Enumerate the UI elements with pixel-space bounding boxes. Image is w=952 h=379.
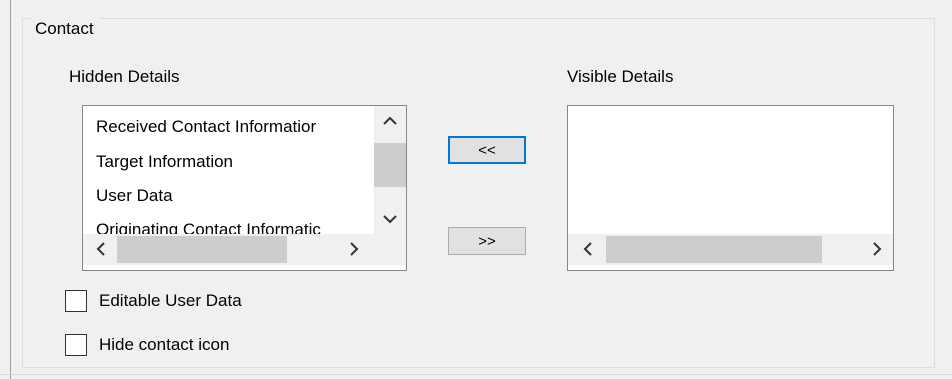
move-to-visible-button[interactable]: >> [448,227,526,255]
editable-user-data-label: Editable User Data [99,291,242,310]
hide-contact-icon-label: Hide contact icon [99,335,230,354]
hide-contact-icon-checkbox[interactable] [65,334,87,356]
visible-horizontal-scrollbar[interactable] [568,234,893,265]
left-edge-rule [10,0,11,379]
scroll-right-arrow-icon[interactable] [341,236,367,262]
hidden-vertical-scrollbar[interactable] [374,106,406,234]
hidden-details-listbox[interactable]: Received Contact Informatior Target Info… [82,105,407,271]
list-item-user-data[interactable]: User Data [96,185,173,207]
scroll-right-arrow-icon[interactable] [864,236,890,262]
scroll-left-arrow-icon[interactable] [87,236,113,262]
contact-group-title: Contact [31,17,100,41]
hide-contact-icon-option[interactable]: Hide contact icon [65,334,229,356]
visible-details-label: Visible Details [567,67,674,86]
hidden-horizontal-scrollbar[interactable] [83,234,406,265]
editable-user-data-option[interactable]: Editable User Data [65,290,242,312]
move-to-hidden-button[interactable]: << [448,136,526,164]
scroll-left-arrow-icon[interactable] [574,236,600,262]
bottom-edge-rule [0,374,952,375]
scroll-up-arrow-icon[interactable] [377,107,403,133]
visible-horizontal-scroll-thumb[interactable] [606,236,822,263]
hidden-details-label: Hidden Details [69,67,180,86]
hidden-vertical-scroll-thumb[interactable] [374,143,406,187]
visible-details-listbox[interactable] [567,105,894,271]
scroll-down-arrow-icon[interactable] [377,206,403,232]
list-item-received-contact-information[interactable]: Received Contact Informatior [96,116,316,138]
hidden-horizontal-scroll-thumb[interactable] [117,236,287,263]
editable-user-data-checkbox[interactable] [65,290,87,312]
list-item-target-information[interactable]: Target Information [96,151,233,173]
